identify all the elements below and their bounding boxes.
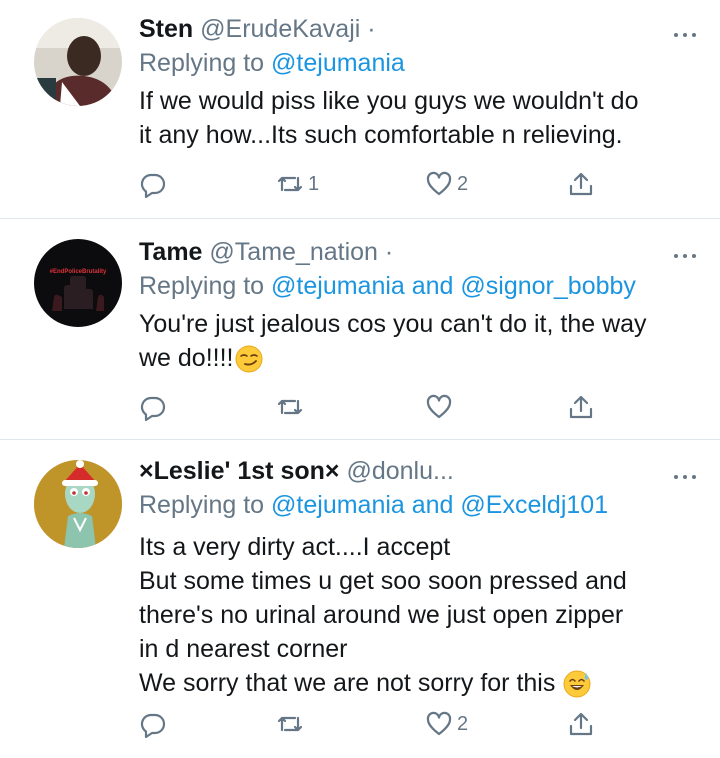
retweet-icon [277, 399, 303, 415]
avatar-image: #EndPoliceBrutality [34, 239, 122, 327]
tweet-text: Its a very dirty act....I accept But som… [139, 530, 700, 700]
share-button[interactable] [567, 710, 595, 738]
tweet-text-line: You're just jealous cos you can't do it,… [139, 310, 647, 338]
display-name[interactable]: ×Leslie' 1st son× [139, 457, 340, 485]
replying-to: Replying to @tejumania [139, 46, 700, 80]
user-handle[interactable]: @Tame_nation · [209, 238, 393, 266]
tweet-text-line: there's no urinal around we just open zi… [139, 601, 624, 629]
reply-button[interactable] [139, 170, 167, 198]
display-name[interactable]: Sten [139, 15, 193, 43]
reply-button[interactable] [139, 710, 167, 738]
heart-icon [426, 394, 452, 419]
heart-icon [426, 711, 452, 736]
smirk-emoji-icon [235, 345, 262, 373]
mention-link[interactable]: @tejumania [271, 49, 405, 77]
retweet-button[interactable] [276, 710, 308, 738]
replying-to: Replying to @tejumania and @Exceldj101 [139, 488, 700, 522]
share-button[interactable] [567, 393, 595, 421]
mention-link[interactable]: @tejumania and @Exceldj101 [271, 491, 608, 519]
tweet-text-line: Its a very dirty act....I accept [139, 533, 451, 561]
tweet-text-line: If we would piss like you guys we wouldn… [139, 87, 639, 115]
tweet-actions [139, 393, 720, 425]
heart-icon [426, 171, 452, 196]
replying-label: Replying to [139, 49, 265, 77]
mention-link[interactable]: @tejumania and @signor_bobby [271, 272, 636, 300]
reply-icon [140, 713, 166, 738]
tweet-text: You're just jealous cos you can't do it,… [139, 307, 700, 375]
like-button[interactable] [425, 393, 457, 421]
share-icon [569, 395, 593, 419]
avatar[interactable] [34, 460, 122, 548]
tweet-text: If we would piss like you guys we wouldn… [139, 84, 700, 152]
retweet-button[interactable]: 1 [276, 170, 319, 198]
display-name[interactable]: Tame [139, 238, 202, 266]
user-handle[interactable]: @ErudeKavaji · [200, 15, 375, 43]
tweet-text-line: we do!!!! [139, 344, 234, 372]
avatar-image [34, 18, 122, 106]
tweet-3[interactable]: ×Leslie' 1st son× @donlu... Replying to … [0, 440, 720, 758]
share-icon [569, 712, 593, 736]
like-button[interactable]: 2 [425, 170, 468, 198]
tweet-actions: 2 [139, 710, 720, 742]
replying-label: Replying to [139, 491, 265, 519]
like-count: 2 [457, 172, 469, 195]
replying-label: Replying to [139, 272, 265, 300]
retweet-count: 1 [308, 172, 320, 195]
retweet-icon [277, 716, 303, 732]
tweet-text-line: in d nearest corner [139, 635, 348, 663]
like-button[interactable]: 2 [425, 710, 468, 738]
avatar-image [34, 460, 122, 548]
sweat-smile-emoji-icon [563, 670, 591, 698]
user-handle[interactable]: @donlu... [346, 457, 453, 485]
share-icon [569, 172, 593, 196]
like-count: 2 [457, 712, 469, 735]
retweet-icon [277, 176, 303, 192]
reply-icon [140, 396, 166, 421]
avatar[interactable] [34, 18, 122, 106]
tweet-text-line: We sorry that we are not sorry for this [139, 669, 556, 697]
reply-button[interactable] [139, 393, 167, 421]
share-button[interactable] [567, 170, 595, 198]
tweet-text-line: But some times u get soo soon pressed an… [139, 567, 627, 595]
tweet-2[interactable]: #EndPoliceBrutality Tame @Tame_nation · … [0, 219, 720, 440]
replying-to: Replying to @tejumania and @signor_bobby [139, 269, 700, 303]
reply-icon [140, 173, 166, 198]
tweet-actions: 1 2 [139, 170, 720, 202]
tweet-1[interactable]: Sten @ErudeKavaji · Replying to @tejuman… [0, 0, 720, 219]
avatar[interactable]: #EndPoliceBrutality [34, 239, 122, 327]
retweet-button[interactable] [276, 393, 308, 421]
avatar-text: #EndPoliceBrutality [50, 269, 107, 275]
tweet-text-line: it any how...Its such comfortable n reli… [139, 121, 623, 149]
